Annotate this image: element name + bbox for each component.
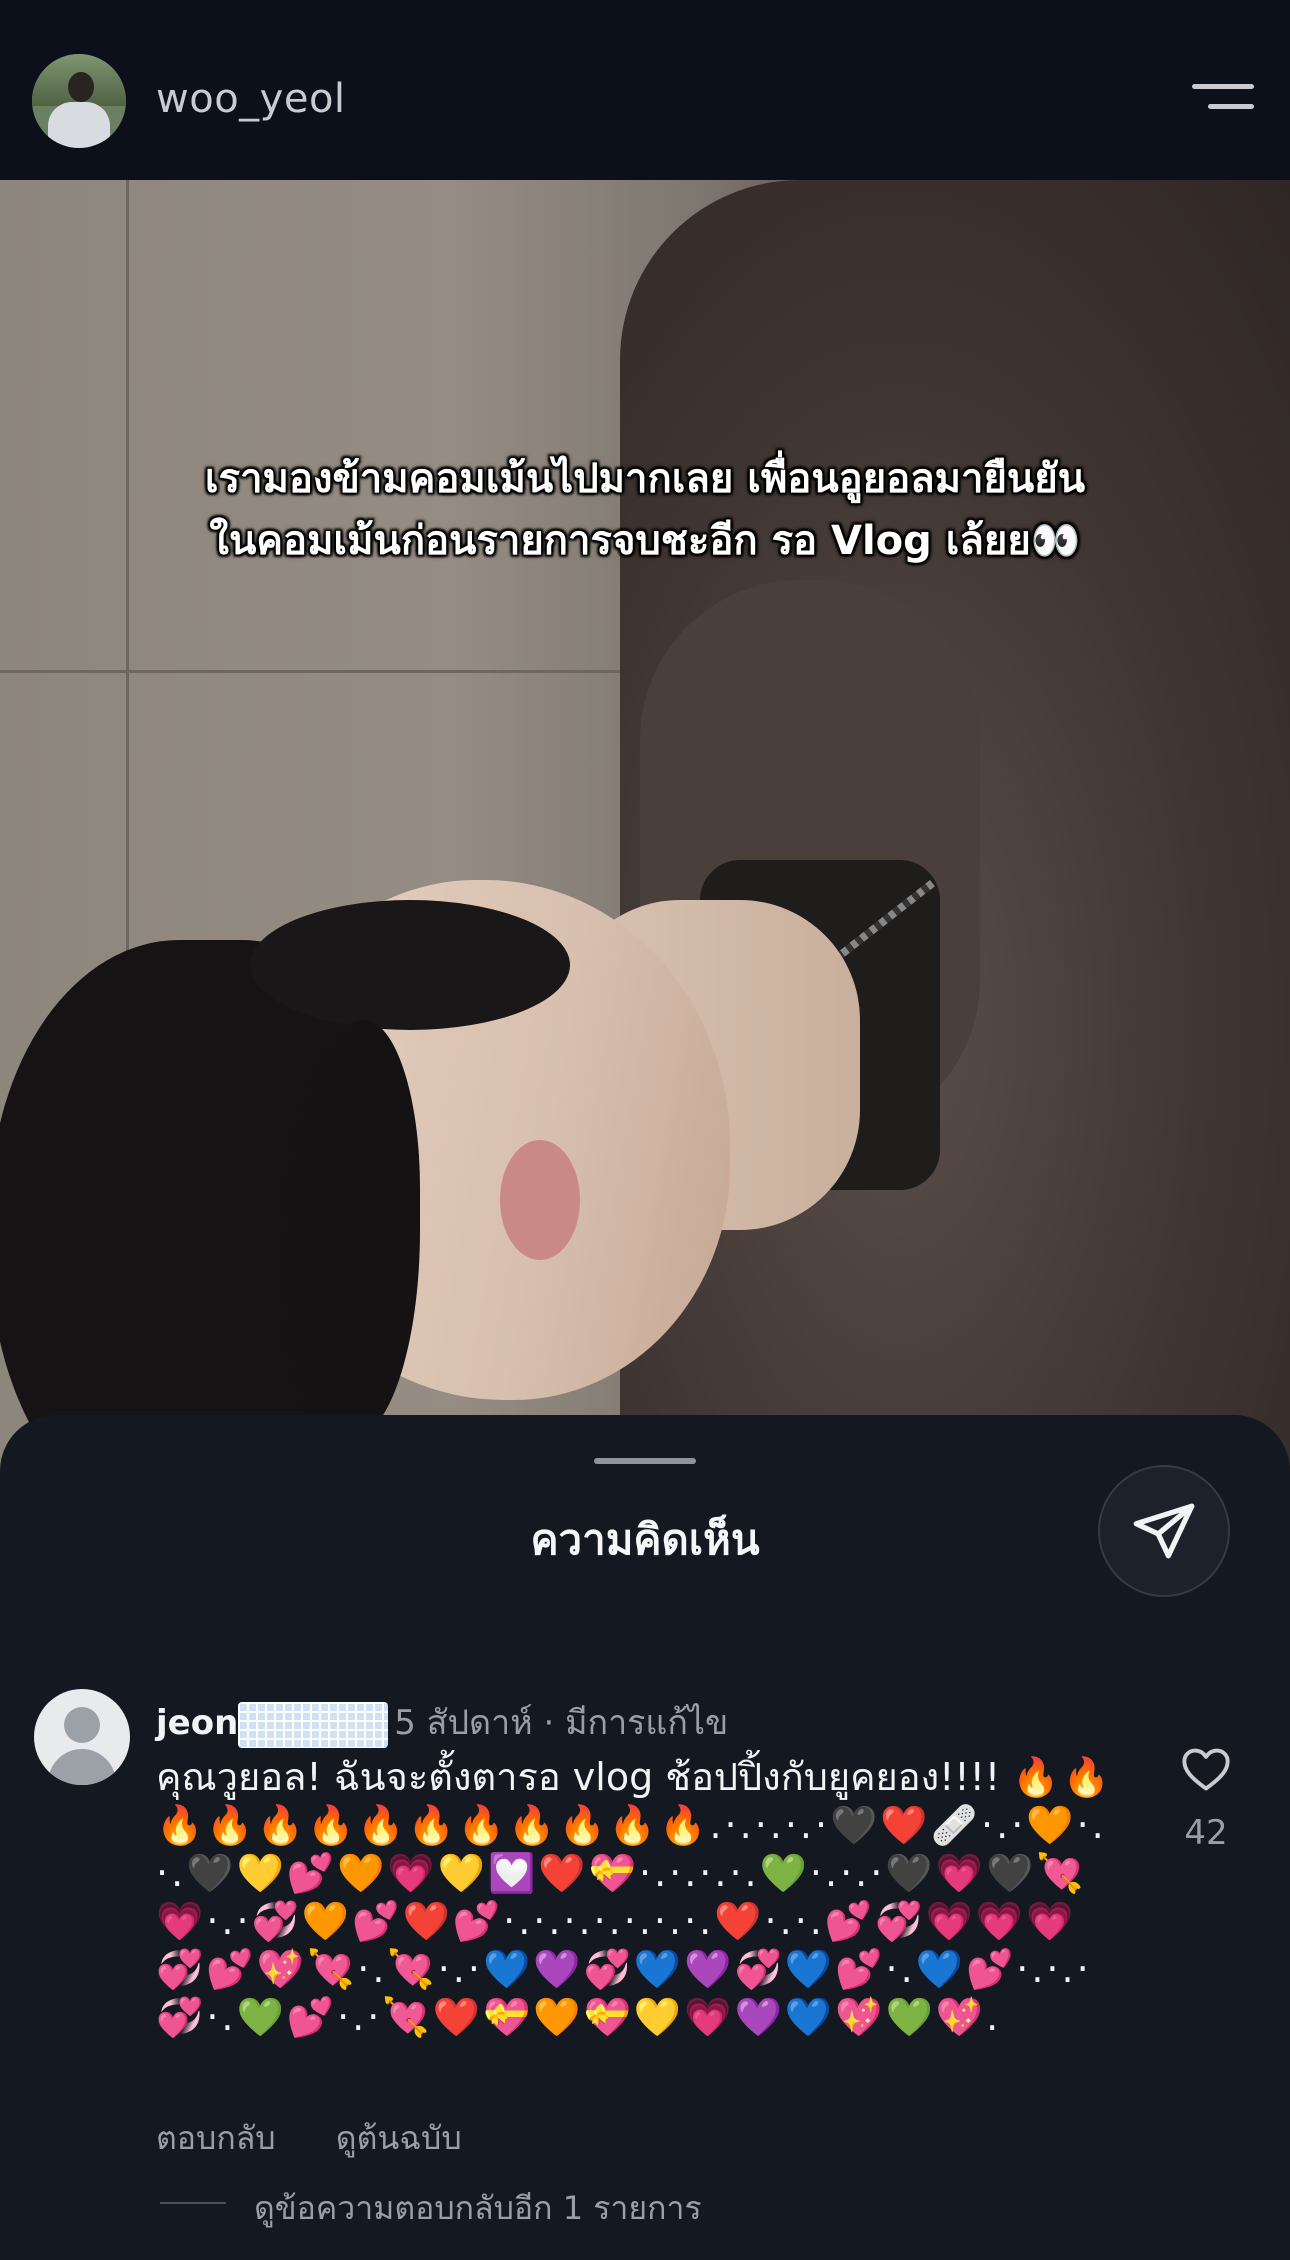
reply-button[interactable]: ตอบกลับ xyxy=(156,2119,276,2157)
like-button[interactable] xyxy=(1180,1745,1232,1793)
comment-actions: ตอบกลับ ดูต้นฉบับ xyxy=(156,2113,512,2164)
menu-icon-line-2 xyxy=(1208,104,1254,109)
see-original-button[interactable]: ดูต้นฉบับ xyxy=(336,2119,462,2157)
avatar-shirt xyxy=(48,102,110,148)
meta-separator: · xyxy=(543,1703,555,1743)
view-replies-button[interactable]: ดูข้อความตอบกลับอีก 1 รายการ xyxy=(254,2183,702,2234)
send-icon xyxy=(1133,1503,1195,1559)
comment-meta: jeon 5 สัปดาห์ · มีการแก้ไข xyxy=(156,1695,728,1749)
share-button[interactable] xyxy=(1098,1465,1230,1597)
menu-icon[interactable] xyxy=(1192,84,1254,116)
commenter-avatar[interactable] xyxy=(34,1689,130,1785)
edited-label: มีการแก้ไข xyxy=(565,1703,729,1743)
sheet-drag-handle[interactable] xyxy=(594,1458,696,1464)
profile-username[interactable]: woo_yeol xyxy=(156,76,346,122)
post-caption: เรามองข้ามคอมเม้นไปมากเลย เพื่อนอูยอลมาย… xyxy=(0,448,1290,572)
username-redaction xyxy=(238,1701,389,1748)
lips-shape xyxy=(500,1140,580,1260)
comment-username[interactable]: jeon xyxy=(156,1703,238,1743)
caption-line-2: ในคอมเม้นก่อนรายการจบชะอีก รอ Vlog เล้ยย… xyxy=(209,518,1081,564)
default-avatar-body xyxy=(48,1749,116,1785)
floor-tile-line xyxy=(0,670,700,673)
comment-text-content: คุณวูยอล! ฉันจะตั้งตารอ vlog ช้อปปิ้งกับ… xyxy=(156,1755,1013,1799)
comments-sheet: ความคิดเห็น jeon 5 สัปดาห์ · มีการแก้ไข ค… xyxy=(0,1415,1290,2260)
caption-line-1: เรามองข้ามคอมเม้นไปมากเลย เพื่อนอูยอลมาย… xyxy=(204,456,1086,502)
menu-icon-line-1 xyxy=(1192,84,1254,89)
heart-icon xyxy=(1182,1748,1230,1791)
profile-header: woo_yeol xyxy=(0,0,1290,180)
hair-top-shape xyxy=(250,900,570,1030)
like-count: 42 xyxy=(1184,1813,1228,1853)
comment-time: 5 สัปดาห์ xyxy=(394,1703,533,1743)
comment-text: คุณวูยอล! ฉันจะตั้งตารอ vlog ช้อปปิ้งกับ… xyxy=(156,1753,1116,2041)
post-photo[interactable] xyxy=(0,180,1290,1540)
sheet-title: ความคิดเห็น xyxy=(530,1515,760,1564)
profile-avatar[interactable] xyxy=(32,54,126,148)
default-avatar-head xyxy=(64,1707,100,1743)
replies-divider xyxy=(160,2202,226,2204)
avatar-head xyxy=(68,72,94,102)
